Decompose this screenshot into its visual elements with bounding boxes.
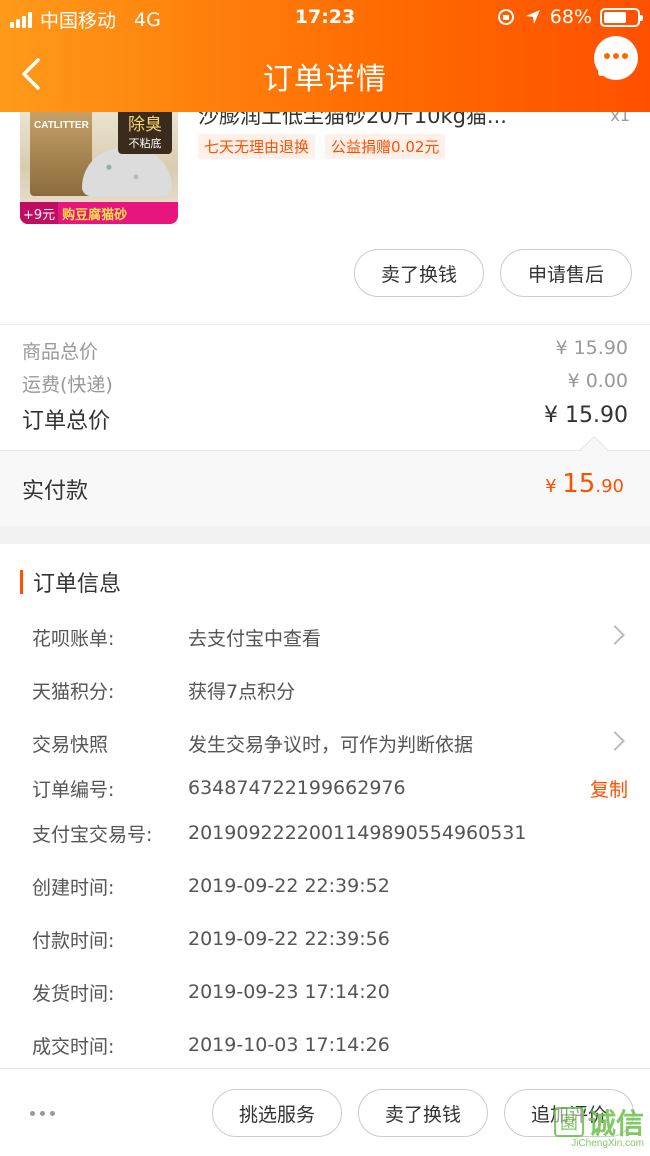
info-value: 获得7点积分 [188,680,296,703]
order-info-header: 订单信息 [20,566,121,598]
order-total-row: 订单总价 ¥ 15.90 [22,403,628,435]
image-promo-text: 购豆腐猫砂 [62,207,128,223]
info-label: 交易快照 [32,733,109,756]
info-value: 发生交易争议时，可作为判断依据 [188,733,474,756]
section-accent-bar [20,570,23,594]
image-promo-price: +9元 [20,202,59,224]
watermark: 園 诚信 JiChengXin.com [553,1102,644,1149]
trade-snapshot-row[interactable]: 交易快照 发生交易争议时，可作为判断依据 [32,728,628,758]
info-label: 天猫积分: [32,680,115,703]
info-label: 订单编号: [32,778,115,801]
image-tag-line2: 不粘底 [128,137,162,150]
shipping-label: 运费(快递) [22,374,113,396]
paid-integer: 15 [562,469,596,499]
paid-time-row: 付款时间: 2019-09-22 22:39:56 [32,924,628,954]
resell-button-bottom[interactable]: 卖了换钱 [358,1089,488,1137]
badge-charity: 公益捐赠0.02元 [325,134,446,159]
image-feature-tag: 除臭 不粘底 [118,108,172,154]
huabei-bill-row[interactable]: 花呗账单: 去支付宝中查看 [32,622,628,652]
paid-currency: ¥ [545,476,563,497]
info-label: 花呗账单: [32,627,115,650]
shipped-time-row: 发货时间: 2019-09-23 17:14:20 [32,977,628,1007]
info-value: 2019-09-22 22:39:52 [188,875,390,897]
info-value: 634874722199662976 [188,777,406,799]
completed-time-row: 成交时间: 2019-10-03 17:14:26 [32,1030,628,1060]
paid-label: 实付款 [22,479,89,504]
alipay-trade-row: 支付宝交易号: 2019092222001149890554960531 [32,818,628,848]
goods-total-value: ¥ 15.90 [555,337,628,359]
info-label: 创建时间: [32,876,115,899]
resell-button[interactable]: 卖了换钱 [354,249,484,297]
goods-total-row: 商品总价 ¥ 15.90 [22,337,628,364]
info-value: 去支付宝中查看 [188,627,322,650]
price-summary: 商品总价 ¥ 15.90 运费(快递) ¥ 0.00 订单总价 ¥ 15.90 [0,324,650,450]
litter-pile-graphic [82,148,172,196]
rotation-lock-icon [497,9,514,25]
battery-percent: 68% [549,6,592,28]
product-card[interactable]: CATLITTER 除臭 不粘底 +9元 购豆腐猫砂 沙膨润土低尘猫砂20斤10… [0,100,650,324]
nav-bar: 订单详情 [0,36,650,104]
goods-total-label: 商品总价 [22,341,99,363]
bottom-action-bar: 挑选服务 卖了换钱 追加评价 [0,1068,650,1156]
header-bar: 中国移动 4G 17:23 68% 订单详情 [0,0,650,112]
info-value: 2019-10-03 17:14:26 [188,1034,390,1056]
watermark-text: 诚信 [587,1107,644,1140]
shipping-row: 运费(快递) ¥ 0.00 [22,370,628,397]
copy-button[interactable]: 复制 [590,775,628,802]
product-image[interactable]: CATLITTER 除臭 不粘底 +9元 购豆腐猫砂 [20,100,178,224]
image-promo-strip: +9元 购豆腐猫砂 [20,202,178,224]
choose-service-button[interactable]: 挑选服务 [212,1089,342,1137]
watermark-sub: JiChengXin.com [571,1138,644,1149]
chevron-right-icon [605,731,625,751]
chevron-right-icon [605,625,625,645]
image-tag-line1: 除臭 [128,115,162,135]
info-label: 付款时间: [32,929,115,952]
info-label: 成交时间: [32,1035,115,1058]
info-value: 2019-09-23 17:14:20 [188,981,390,1003]
battery-icon [600,7,643,27]
order-total-value: ¥ 15.90 [544,403,628,428]
page-title: 订单详情 [263,62,387,97]
paid-value: ¥ 15.90 [545,469,624,499]
info-value: 2019092222001149890554960531 [188,822,527,844]
status-bar: 中国移动 4G 17:23 68% [0,6,650,34]
service-badges: 七天无理由退换 公益捐赠0.02元 [198,134,446,159]
info-label: 发货时间: [32,982,115,1005]
order-info-section: 订单信息 花呗账单: 去支付宝中查看 天猫积分: 获得7点积分 交易快照 发生交… [0,544,650,1068]
paid-row: 实付款 ¥ 15.90 [0,450,650,526]
paid-decimal: .90 [595,476,624,497]
image-brand: CATLITTER [34,120,89,131]
shipping-value: ¥ 0.00 [567,370,628,392]
more-actions-icon[interactable] [30,1111,55,1116]
more-dots-icon[interactable] [598,70,628,78]
info-label: 支付宝交易号: [32,823,153,846]
info-value: 2019-09-22 22:39:56 [188,928,390,950]
order-number-row: 订单编号: 634874722199662976 复制 [32,773,628,803]
location-icon [525,10,540,24]
tmall-points-row: 天猫积分: 获得7点积分 [32,675,628,705]
watermark-logo-icon: 園 [553,1107,584,1137]
badge-return: 七天无理由退换 [198,134,316,159]
created-time-row: 创建时间: 2019-09-22 22:39:52 [32,871,628,901]
order-info-title: 订单信息 [33,572,122,597]
after-sales-button[interactable]: 申请售后 [500,249,632,297]
order-total-label: 订单总价 [22,409,111,434]
product-actions: 卖了换钱 申请售后 [354,249,632,297]
